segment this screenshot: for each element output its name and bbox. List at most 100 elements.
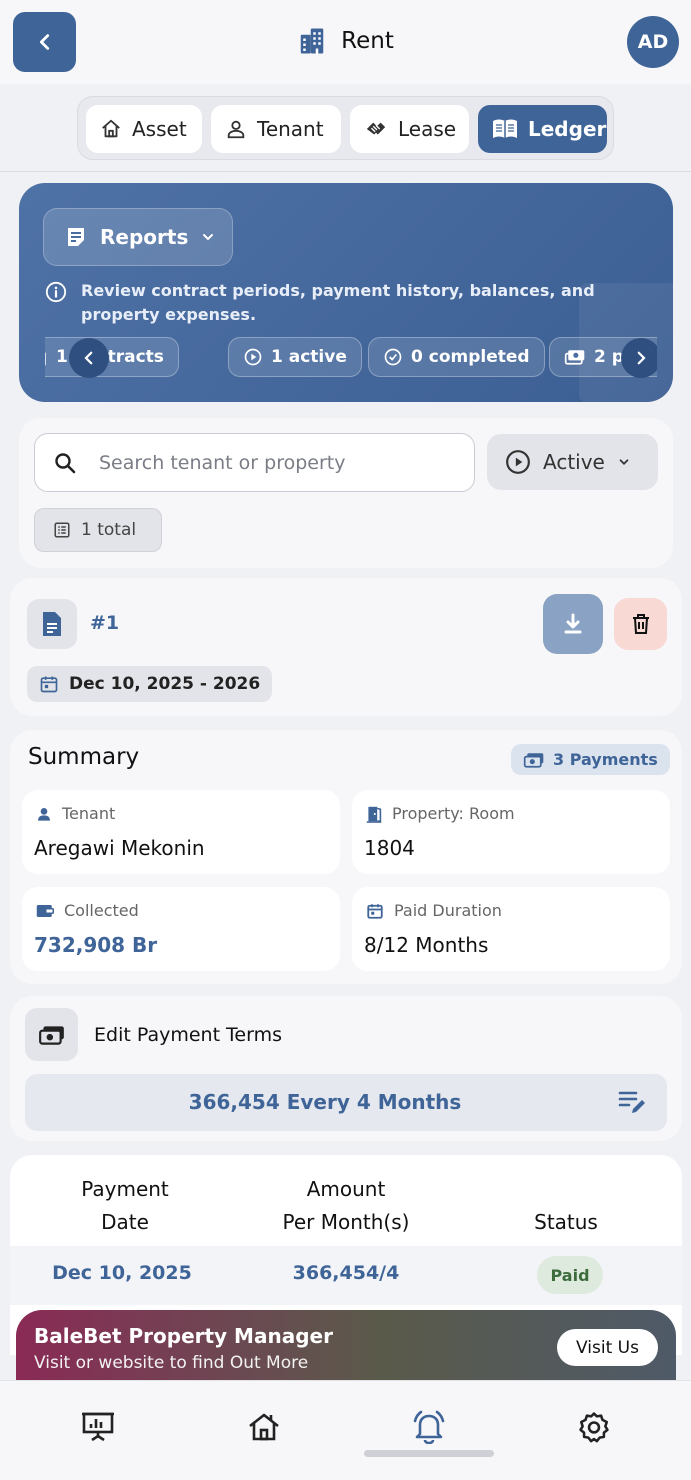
hero-description-text: Review contract periods, payment history… (81, 281, 595, 324)
building-icon (297, 26, 327, 56)
tab-label: Lease (398, 117, 457, 141)
calendar-icon (366, 902, 384, 920)
payments-count-badge[interactable]: 3 Payments (511, 744, 670, 775)
tenant-label: Tenant (62, 804, 116, 823)
page-title-group: Rent (0, 26, 691, 56)
document-icon (45, 348, 48, 366)
chip-contracts[interactable]: 1 contracts (45, 337, 179, 377)
status-badge: Paid (537, 1256, 603, 1294)
notes-icon (64, 225, 88, 249)
hero-description: Review contract periods, payment history… (45, 279, 625, 327)
status-filter-dropdown[interactable]: Active (487, 434, 658, 490)
nav-settings[interactable] (574, 1407, 614, 1447)
list-icon (53, 521, 71, 539)
duration-tile: Paid Duration 8/12 Months (352, 887, 670, 971)
search-box[interactable] (34, 433, 475, 492)
person-icon (36, 806, 52, 822)
money-icon (564, 348, 586, 366)
column-header-amount: Amount Per Month(s) (256, 1173, 436, 1239)
payment-terms-card: Edit Payment Terms 366,454 Every 4 Month… (10, 996, 682, 1141)
column-header-line: Payment (81, 1177, 169, 1201)
chevron-down-icon (200, 229, 216, 245)
contract-number: #1 (90, 612, 120, 634)
nav-home[interactable] (244, 1407, 284, 1447)
banner-title: BaleBet Property Manager (34, 1324, 333, 1348)
edit-list-icon[interactable] (618, 1088, 648, 1116)
summary-card: Summary 3 Payments Tenant Aregawi Mekoni… (10, 730, 682, 984)
reports-dropdown[interactable]: Reports (43, 208, 233, 266)
duration-label-row: Paid Duration (366, 901, 502, 920)
collected-tile: Collected 732,908 Br (22, 887, 340, 971)
tab-label: Asset (132, 117, 187, 141)
column-header-line: Per Month(s) (282, 1210, 410, 1234)
cell-payment-date: Dec 10, 2025 (52, 1262, 192, 1284)
column-header-line: Date (101, 1210, 149, 1234)
scroll-right-button[interactable] (621, 338, 657, 378)
tab-tenant[interactable]: Tenant (211, 105, 341, 153)
dashboard-icon (81, 1411, 115, 1443)
money-icon (523, 751, 545, 769)
chip-completed[interactable]: 0 completed (368, 337, 545, 377)
tab-bar: Asset Tenant Lease Ledger (77, 96, 614, 160)
payment-terms-value-bar[interactable]: 366,454 Every 4 Months (25, 1074, 667, 1131)
scroll-left-button[interactable] (69, 338, 109, 378)
settings-icon (577, 1410, 611, 1444)
chevron-left-icon (80, 349, 98, 367)
tab-bar-container: Asset Tenant Lease Ledger (0, 84, 691, 172)
column-header-payment-date: Payment Date (50, 1173, 200, 1239)
download-button[interactable] (543, 594, 603, 654)
money-icon (38, 1024, 66, 1046)
payments-badge-label: 3 Payments (553, 750, 658, 769)
chip-label: 1 active (271, 347, 347, 367)
tab-asset[interactable]: Asset (86, 105, 202, 153)
reports-label: Reports (100, 225, 189, 249)
chip-label: 0 completed (411, 347, 530, 367)
tab-label: Ledger (528, 117, 607, 141)
edit-payment-terms-label[interactable]: Edit Payment Terms (94, 1024, 282, 1046)
tab-lease[interactable]: Lease (350, 105, 469, 153)
visit-us-button[interactable]: Visit Us (557, 1329, 658, 1366)
home-indicator (364, 1450, 494, 1457)
book-icon (492, 118, 518, 140)
chip-active[interactable]: 1 active (228, 337, 362, 377)
collected-label-row: Collected (36, 901, 139, 920)
contract-card[interactable]: #1 Dec 10, 2025 - 2026 (10, 578, 682, 716)
duration-value: 8/12 Months (364, 933, 489, 957)
chevron-down-icon (617, 455, 631, 469)
person-icon (225, 118, 247, 140)
avatar[interactable]: AD (627, 16, 679, 68)
document-icon (41, 611, 63, 637)
property-label-row: Property: Room (366, 804, 515, 823)
column-header-line: Amount (306, 1177, 386, 1201)
property-value: 1804 (364, 836, 415, 860)
bottom-navigation (0, 1380, 691, 1480)
tab-label: Tenant (257, 117, 324, 141)
home-icon (247, 1411, 281, 1443)
nav-notifications[interactable] (409, 1407, 449, 1447)
collected-value: 732,908 Br (34, 933, 158, 957)
handshake-icon (364, 118, 388, 140)
table-row[interactable]: Dec 10, 2025 366,454/4 Paid (10, 1246, 682, 1305)
tenant-value: Aregawi Mekonin (34, 836, 205, 860)
play-circle-icon (243, 347, 263, 367)
tenant-tile: Tenant Aregawi Mekonin (22, 790, 340, 874)
banner-subtitle: Visit or website to find Out More (34, 1353, 309, 1373)
stats-chip-row[interactable]: 1 contracts 1 active 0 completed 2 payme… (45, 336, 657, 378)
property-tile: Property: Room 1804 (352, 790, 670, 874)
tenant-label-row: Tenant (36, 804, 115, 823)
total-label: 1 total (81, 520, 137, 540)
delete-button[interactable] (614, 598, 667, 650)
hero-panel: Reports Review contract periods, payment… (19, 183, 673, 402)
home-icon (100, 118, 122, 140)
chevron-right-icon (632, 349, 650, 367)
door-icon (366, 805, 382, 823)
cell-amount: 366,454/4 (292, 1262, 400, 1284)
contract-date-chip: Dec 10, 2025 - 2026 (27, 666, 273, 702)
total-count-badge: 1 total (34, 508, 162, 552)
duration-label: Paid Duration (394, 901, 502, 920)
search-input[interactable] (99, 451, 439, 474)
search-card: Active 1 total (19, 418, 673, 568)
collected-label: Collected (64, 901, 139, 920)
tab-ledger[interactable]: Ledger (478, 105, 607, 153)
nav-dashboard[interactable] (78, 1407, 118, 1447)
